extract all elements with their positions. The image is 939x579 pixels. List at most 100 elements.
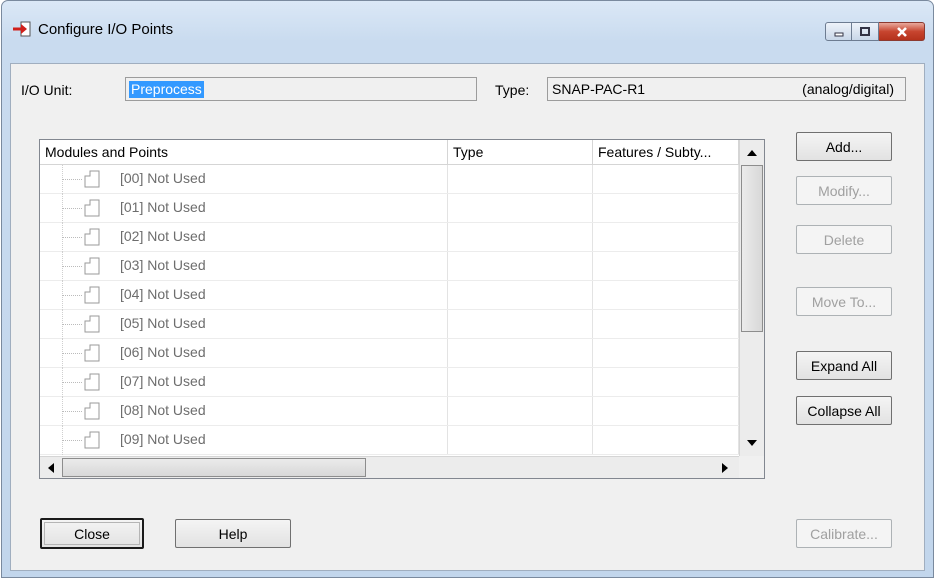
tree-connector	[62, 295, 82, 296]
list-item[interactable]: [06] Not Used	[40, 339, 739, 368]
window-controls	[825, 22, 925, 41]
collapse-all-button[interactable]: Collapse All	[796, 396, 892, 425]
list-item[interactable]: [01] Not Used	[40, 194, 739, 223]
arrow-left-icon	[48, 462, 54, 473]
module-type-cell	[448, 281, 593, 309]
arrow-down-icon	[747, 439, 757, 446]
list-item[interactable]: [05] Not Used	[40, 310, 739, 339]
module-slot-icon	[84, 170, 100, 188]
tree-connector	[62, 411, 82, 412]
configure-io-arrow-icon	[13, 21, 31, 37]
module-type-cell	[448, 310, 593, 338]
module-label: [07] Not Used	[120, 373, 206, 389]
module-slot-icon	[84, 199, 100, 217]
help-button[interactable]: Help	[175, 519, 291, 548]
arrow-right-icon	[722, 462, 728, 473]
list-item[interactable]: [09] Not Used	[40, 426, 739, 455]
module-cell: [03] Not Used	[40, 252, 448, 281]
module-type-cell	[448, 426, 593, 454]
scroll-left-button[interactable]	[40, 457, 62, 478]
module-type-cell	[448, 223, 593, 251]
dialog-window: Configure I/O Points I/O Unit: Preproces…	[1, 0, 934, 578]
list-item[interactable]: [04] Not Used	[40, 281, 739, 310]
maximize-button[interactable]	[852, 22, 879, 41]
list-item[interactable]: [00] Not Used	[40, 165, 739, 194]
list-item[interactable]: [02] Not Used	[40, 223, 739, 252]
module-slot-icon	[84, 344, 100, 362]
tree-connector	[62, 440, 82, 441]
vertical-scroll-thumb[interactable]	[741, 165, 763, 332]
close-button[interactable]: Close	[40, 518, 144, 549]
scroll-right-button[interactable]	[714, 457, 736, 478]
module-features-cell	[593, 281, 739, 309]
module-slot-icon	[84, 228, 100, 246]
list-item[interactable]: [07] Not Used	[40, 368, 739, 397]
module-slot-icon	[84, 257, 100, 275]
tree-connector	[62, 237, 82, 238]
module-type-cell	[448, 252, 593, 280]
type-value: SNAP-PAC-R1	[552, 81, 646, 97]
module-type-cell	[448, 339, 593, 367]
module-cell: [09] Not Used	[40, 426, 448, 455]
module-cell: [04] Not Used	[40, 281, 448, 310]
io-unit-field[interactable]: Preprocess	[125, 77, 477, 101]
type-field: SNAP-PAC-R1 (analog/digital)	[547, 77, 906, 101]
module-label: [08] Not Used	[120, 402, 206, 418]
window-title: Configure I/O Points	[38, 21, 174, 38]
module-type-cell	[448, 397, 593, 425]
module-type-cell	[448, 194, 593, 222]
module-slot-icon	[84, 431, 100, 449]
expand-all-button[interactable]: Expand All	[796, 351, 892, 380]
module-cell: [01] Not Used	[40, 194, 448, 223]
module-label: [04] Not Used	[120, 286, 206, 302]
module-cell: [00] Not Used	[40, 165, 448, 194]
module-cell: [02] Not Used	[40, 223, 448, 252]
module-features-cell	[593, 397, 739, 425]
module-label: [01] Not Used	[120, 199, 206, 215]
horizontal-scroll-thumb[interactable]	[62, 458, 366, 477]
module-slot-icon	[84, 315, 100, 333]
module-cell: [06] Not Used	[40, 339, 448, 368]
title-bar[interactable]: Configure I/O Points	[2, 1, 933, 63]
list-item[interactable]: [03] Not Used	[40, 252, 739, 281]
module-cell: [05] Not Used	[40, 310, 448, 339]
module-cell: [07] Not Used	[40, 368, 448, 397]
module-features-cell	[593, 310, 739, 338]
calibrate-button[interactable]: Calibrate...	[796, 519, 892, 548]
arrow-up-icon	[747, 149, 757, 156]
scroll-corner	[739, 456, 764, 478]
minimize-icon	[834, 32, 843, 36]
module-features-cell	[593, 368, 739, 396]
tree-connector	[62, 324, 82, 325]
vertical-scrollbar[interactable]	[739, 140, 764, 456]
module-slot-icon	[84, 286, 100, 304]
horizontal-scrollbar[interactable]	[40, 456, 739, 478]
module-label: [06] Not Used	[120, 344, 206, 360]
list-header: Modules and Points Type Features / Subty…	[40, 140, 739, 165]
module-features-cell	[593, 165, 739, 193]
list-rows: [00] Not Used [01] Not Used [02] Not Used […	[40, 165, 739, 455]
modules-points-list[interactable]: Modules and Points Type Features / Subty…	[39, 139, 765, 479]
tree-connector	[62, 353, 82, 354]
module-features-cell	[593, 194, 739, 222]
move-to-button[interactable]: Move To...	[796, 287, 892, 316]
column-header-features[interactable]: Features / Subty...	[593, 140, 739, 165]
module-type-cell	[448, 165, 593, 193]
module-label: [05] Not Used	[120, 315, 206, 331]
add-button[interactable]: Add...	[796, 132, 892, 161]
scroll-up-button[interactable]	[740, 140, 764, 165]
module-cell: [08] Not Used	[40, 397, 448, 426]
column-header-modules[interactable]: Modules and Points	[40, 140, 448, 165]
scroll-down-button[interactable]	[740, 430, 764, 455]
list-item[interactable]: [08] Not Used	[40, 397, 739, 426]
delete-button[interactable]: Delete	[796, 225, 892, 254]
modify-button[interactable]: Modify...	[796, 176, 892, 205]
column-header-type[interactable]: Type	[448, 140, 593, 165]
type-detail: (analog/digital)	[802, 81, 894, 97]
module-slot-icon	[84, 402, 100, 420]
tree-connector	[62, 208, 82, 209]
close-icon	[896, 26, 907, 37]
minimize-button[interactable]	[825, 22, 852, 41]
tree-connector	[62, 266, 82, 267]
close-window-button[interactable]	[879, 22, 925, 41]
